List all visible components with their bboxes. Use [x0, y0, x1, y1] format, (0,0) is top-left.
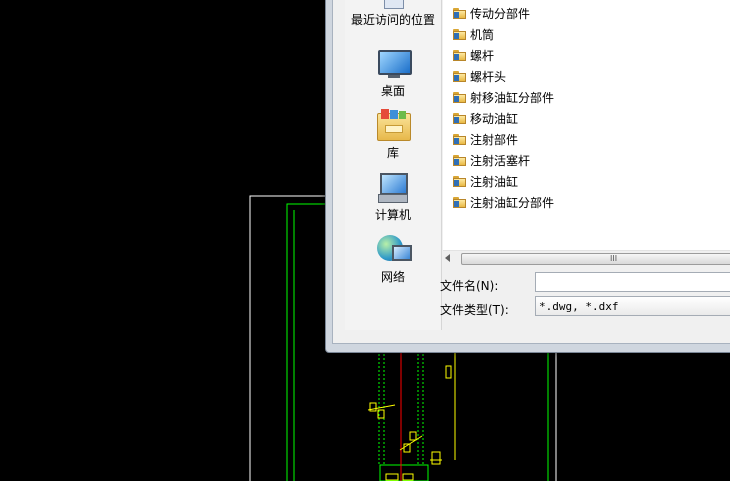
horizontal-scrollbar[interactable]: III [443, 250, 730, 266]
folder-name: 机筒 [470, 28, 495, 42]
folder-name: 射移油缸分部件 [470, 91, 555, 105]
folder-icon [453, 175, 467, 188]
folder-item[interactable]: 螺杆头 [453, 67, 506, 87]
filename-input[interactable] [535, 272, 730, 292]
place-desktop[interactable]: 桌面 [345, 47, 441, 98]
libraries-icon [376, 109, 411, 143]
place-libraries[interactable]: 库 [345, 109, 441, 160]
folder-name: 注射油缸 [470, 175, 519, 189]
folder-icon [453, 28, 467, 41]
file-open-dialog: 最近访问的位置 桌面 库 计算机 网络 传动分部件 机筒 螺杆 螺杆头 射移油缸… [325, 0, 730, 353]
folder-item[interactable]: 螺杆 [453, 46, 494, 66]
place-recent[interactable]: 最近访问的位置 [345, 0, 441, 27]
folder-icon [453, 49, 467, 62]
recent-places-icon [376, 0, 410, 10]
scrollbar-grip: III [610, 254, 618, 263]
folder-name: 移动油缸 [470, 112, 519, 126]
place-network[interactable]: 网络 [345, 233, 441, 284]
folder-icon [453, 154, 467, 167]
folder-icon [453, 133, 467, 146]
folder-item[interactable]: 移动油缸 [453, 109, 518, 129]
desktop-icon [376, 47, 412, 81]
places-sidebar: 最近访问的位置 桌面 库 计算机 网络 [345, 0, 442, 330]
file-list[interactable]: 传动分部件机筒螺杆螺杆头射移油缸分部件 移动油缸注射部件注射活塞杆注射油缸注射油缸… [443, 0, 730, 250]
cad-dimensions [367, 349, 460, 481]
folder-name: 螺杆头 [470, 70, 507, 84]
folder-item[interactable]: 注射油缸分部件 [453, 193, 554, 213]
scrollbar-thumb[interactable]: III [461, 253, 730, 265]
folder-item[interactable]: 射移油缸分部件 [453, 88, 554, 108]
computer-icon [376, 171, 410, 205]
folder-item[interactable]: 注射活塞杆 [453, 151, 530, 171]
folder-item[interactable]: 注射油缸 [453, 172, 518, 192]
place-label: 最近访问的位置 [350, 13, 435, 27]
folder-item[interactable]: 注射部件 [453, 130, 518, 150]
filename-label: 文件名(N): [440, 279, 499, 293]
folder-item[interactable]: 传动分部件 [453, 4, 530, 24]
folder-icon [453, 7, 467, 20]
place-label: 库 [386, 146, 399, 160]
folder-name: 注射部件 [470, 133, 519, 147]
network-icon [376, 233, 412, 267]
place-computer[interactable]: 计算机 [345, 171, 441, 222]
folder-icon [453, 91, 467, 104]
place-label: 网络 [380, 270, 405, 284]
folder-name: 注射活塞杆 [470, 154, 531, 168]
folder-icon [453, 112, 467, 125]
folder-icon [453, 70, 467, 83]
folder-icon [453, 196, 467, 209]
folder-name: 传动分部件 [470, 7, 531, 21]
place-label: 桌面 [380, 84, 405, 98]
place-label: 计算机 [374, 208, 411, 222]
scroll-left-arrow-icon[interactable] [445, 254, 450, 262]
folder-name: 注射油缸分部件 [470, 196, 555, 210]
filetype-label: 文件类型(T): [440, 303, 509, 317]
filetype-select[interactable]: *.dwg, *.dxf [535, 296, 730, 316]
folder-item[interactable]: 机筒 [453, 25, 494, 45]
folder-name: 螺杆 [470, 49, 495, 63]
dialog-body: 最近访问的位置 桌面 库 计算机 网络 传动分部件 机筒 螺杆 螺杆头 射移油缸… [332, 0, 730, 344]
